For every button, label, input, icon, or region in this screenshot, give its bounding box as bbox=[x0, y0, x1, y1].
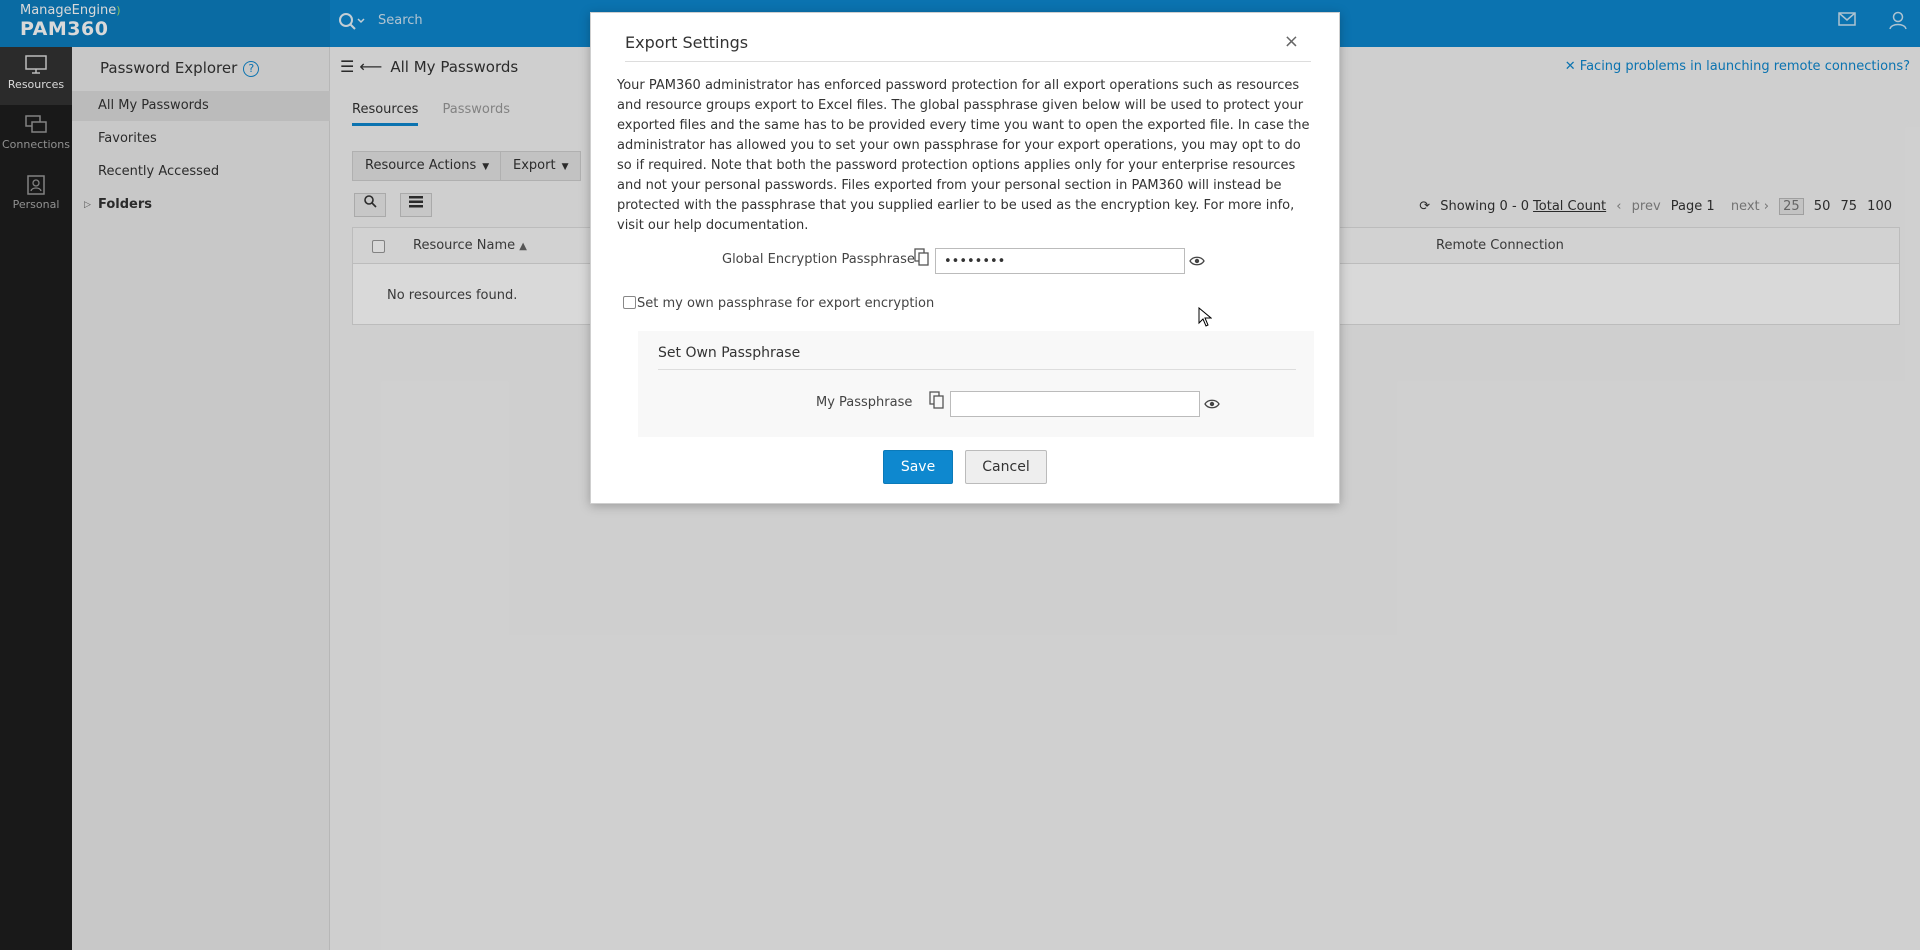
show-password-eye-icon[interactable] bbox=[1204, 398, 1220, 414]
divider bbox=[625, 61, 1311, 62]
global-passphrase-field[interactable] bbox=[935, 248, 1185, 274]
copy-icon[interactable] bbox=[929, 391, 945, 413]
own-passphrase-checkbox[interactable] bbox=[623, 296, 636, 309]
cancel-button[interactable]: Cancel bbox=[965, 450, 1047, 484]
mouse-cursor-icon bbox=[1198, 306, 1213, 331]
dialog-description: Your PAM360 administrator has enforced p… bbox=[617, 78, 1310, 233]
save-button[interactable]: Save bbox=[883, 450, 953, 484]
export-settings-dialog: Export Settings × Your PAM360 administra… bbox=[590, 12, 1340, 504]
own-passphrase-checkbox-label[interactable]: Set my own passphrase for export encrypt… bbox=[637, 296, 934, 311]
close-icon[interactable]: × bbox=[1284, 31, 1299, 52]
dialog-title: Export Settings bbox=[625, 33, 749, 52]
global-passphrase-label: Global Encryption Passphrase bbox=[722, 252, 915, 267]
my-passphrase-label: My Passphrase bbox=[816, 395, 913, 410]
show-password-eye-icon[interactable] bbox=[1189, 255, 1205, 271]
own-passphrase-section: Set Own Passphrase My Passphrase bbox=[638, 331, 1314, 437]
my-passphrase-field[interactable] bbox=[950, 391, 1200, 417]
divider bbox=[658, 369, 1296, 370]
copy-icon[interactable] bbox=[914, 248, 930, 270]
section-title: Set Own Passphrase bbox=[658, 345, 801, 361]
